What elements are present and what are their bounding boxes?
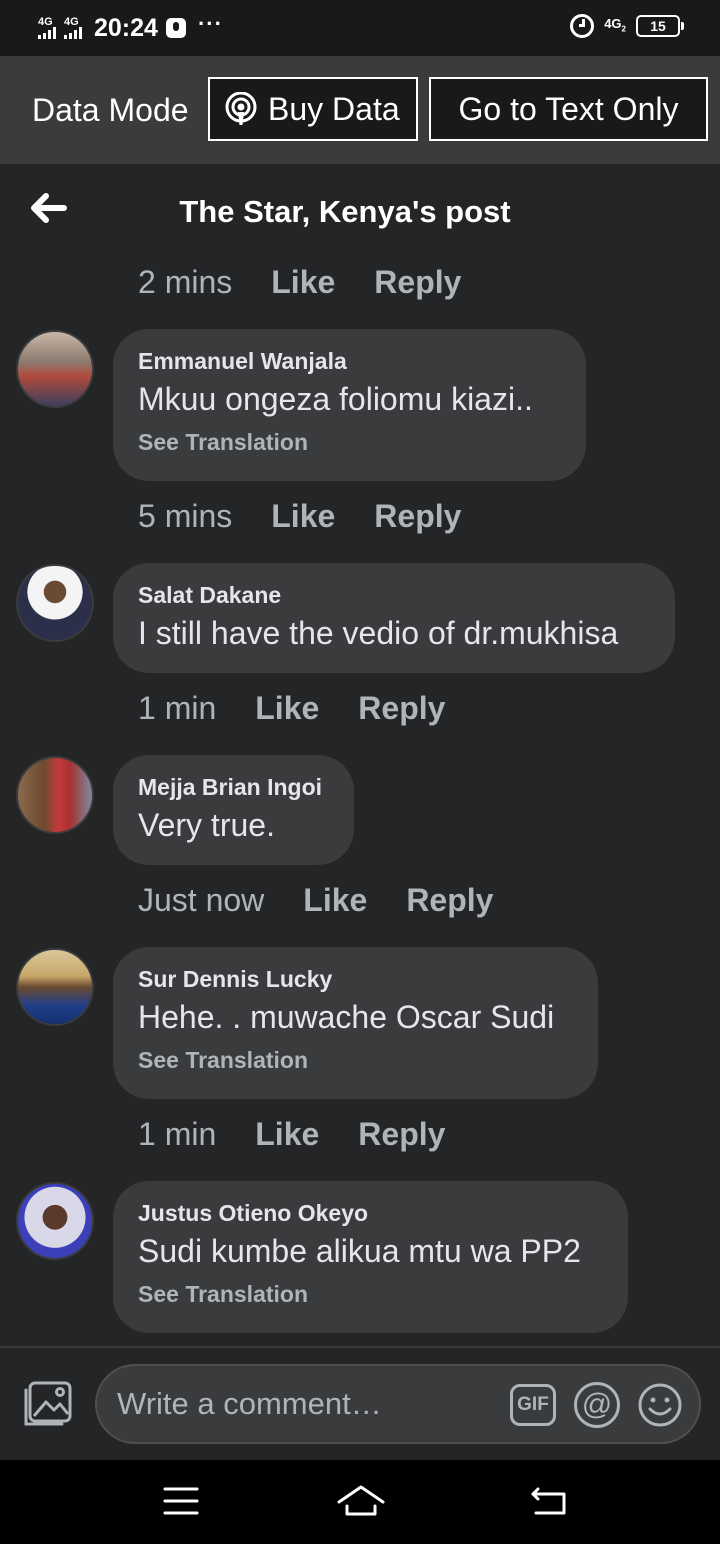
comment-author[interactable]: Sur Dennis Lucky [138, 965, 572, 993]
comment-text: Hehe. . muwache Oscar Sudi [138, 999, 555, 1035]
comment-text: I still have the vedio of dr.mukhisa [138, 615, 619, 651]
see-translation-link[interactable]: See Translation [138, 1280, 602, 1308]
comment-author[interactable]: Justus Otieno Okeyo [138, 1199, 602, 1227]
like-button[interactable]: Like [303, 882, 367, 919]
comment-time: 1 min [138, 1116, 217, 1152]
see-translation-link[interactable]: See Translation [138, 428, 560, 456]
page-title: The Star, Kenya's post [179, 194, 511, 229]
podcast-icon [224, 91, 258, 126]
mic-notification-icon [165, 18, 186, 38]
signal-label: 4G [64, 16, 79, 28]
avatar[interactable] [16, 330, 94, 408]
battery-indicator: 15 [636, 15, 684, 37]
comment-meta: 2 mins Like Reply [138, 264, 500, 301]
avatar[interactable] [16, 564, 94, 642]
signal-label: 4G [38, 16, 53, 28]
like-button[interactable]: Like [271, 264, 335, 301]
comment-text: Sudi kumbe alikua mtu wa PP2 [138, 1233, 581, 1269]
signal-icon: 4G [38, 17, 56, 39]
home-icon[interactable] [337, 1484, 385, 1518]
emoji-icon[interactable] [637, 1382, 683, 1428]
comment-text: Very true. [138, 807, 275, 843]
signal-icon: 4G [64, 17, 82, 39]
comment-meta: 1 min Like Reply [138, 690, 484, 727]
buy-data-label: Buy Data [268, 90, 400, 127]
comment-bubble: Emmanuel Wanjala Mkuu ongeza foliomu kia… [113, 329, 586, 481]
alarm-icon [570, 14, 595, 38]
clock: 20:24 [94, 13, 158, 42]
avatar[interactable] [16, 1182, 94, 1260]
comment-time: 2 mins [138, 264, 233, 300]
status-bar: 4G 4G 20:24 ··· 4G2 15 [0, 0, 720, 56]
comment-bubble: Sur Dennis Lucky Hehe. . muwache Oscar S… [113, 947, 598, 1099]
comment-text: Mkuu ongeza foliomu kiazi.. [138, 381, 533, 417]
comment-bubble: Justus Otieno Okeyo Sudi kumbe alikua mt… [113, 1181, 628, 1333]
menu-icon[interactable] [163, 1486, 199, 1516]
text-only-label: Go to Text Only [458, 90, 679, 127]
reply-button[interactable]: Reply [374, 498, 461, 535]
comment-time: 5 mins [138, 498, 233, 534]
comment-meta: 5 mins Like Reply [138, 498, 500, 535]
more-notifications: ··· [197, 11, 223, 36]
back-nav-icon[interactable] [530, 1486, 568, 1516]
avatar[interactable] [16, 948, 94, 1026]
comment-bubble: Mejja Brian Ingoi Very true. [113, 755, 354, 865]
network-sub: 2 [621, 24, 626, 34]
reply-button[interactable]: Reply [406, 882, 493, 919]
comment-author[interactable]: Emmanuel Wanjala [138, 347, 560, 375]
comment-time: 1 min [138, 690, 217, 726]
comment-meta: 1 min Like Reply [138, 1116, 484, 1153]
comment-bubble: Salat Dakane I still have the vedio of d… [113, 563, 675, 673]
like-button[interactable]: Like [255, 690, 319, 727]
comment-meta: Just now Like Reply [138, 882, 532, 919]
comment-author[interactable]: Mejja Brian Ingoi [138, 773, 328, 801]
comment-placeholder[interactable]: Write a comment… [117, 1386, 382, 1422]
like-button[interactable]: Like [255, 1116, 319, 1153]
gif-icon[interactable]: GIF [510, 1384, 556, 1426]
reply-button[interactable]: Reply [374, 264, 461, 301]
like-button[interactable]: Like [271, 498, 335, 535]
comment-author[interactable]: Salat Dakane [138, 581, 649, 609]
buy-data-button[interactable]: Buy Data [208, 77, 418, 141]
reply-button[interactable]: Reply [358, 1116, 445, 1153]
avatar[interactable] [16, 756, 94, 834]
see-translation-link[interactable]: See Translation [138, 1046, 572, 1074]
data-mode-label: Data Mode [32, 92, 189, 128]
text-only-button[interactable]: Go to Text Only [429, 77, 708, 141]
network-indicator: 4G2 [604, 17, 626, 36]
reply-button[interactable]: Reply [358, 690, 445, 727]
network-label: 4G [604, 15, 622, 31]
photo-icon[interactable] [22, 1380, 74, 1428]
mention-icon[interactable]: @ [574, 1382, 620, 1428]
comment-time: Just now [138, 882, 265, 918]
